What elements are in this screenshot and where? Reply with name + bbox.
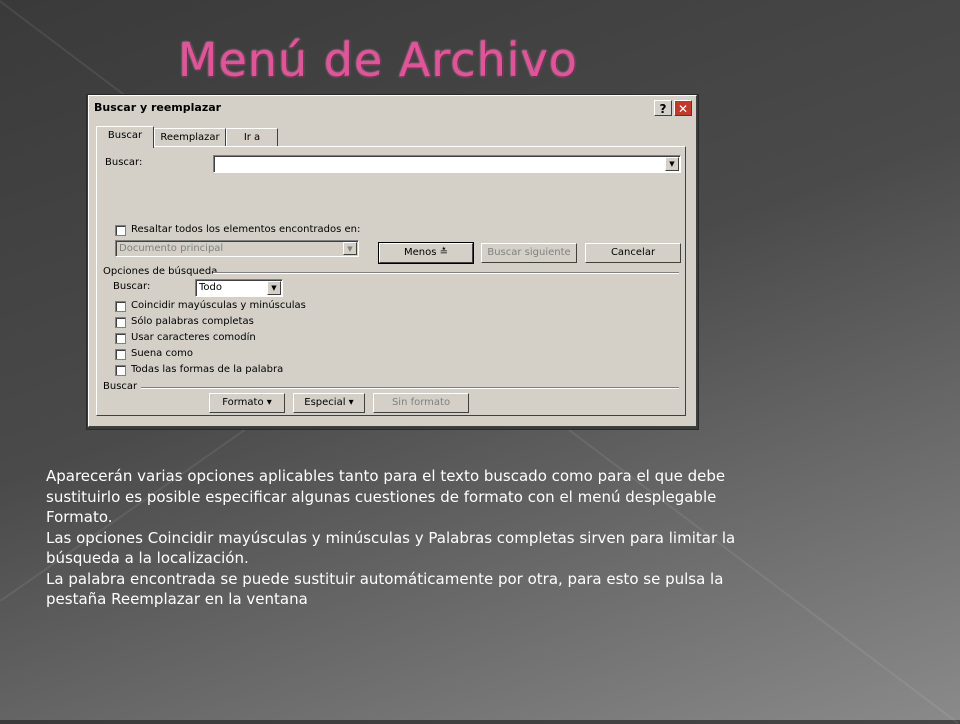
search-group-label: Buscar: [103, 381, 138, 392]
options-group-divider: [213, 272, 679, 274]
option-checkbox-wildcards[interactable]: [115, 333, 126, 344]
options-group-label: Opciones de búsqueda: [103, 266, 218, 277]
search-direction-label: Buscar:: [113, 281, 151, 292]
search-direction-value: Todo: [199, 282, 222, 293]
find-label: Buscar:: [105, 157, 143, 168]
option-label-wildcards: Usar caracteres comodín: [131, 332, 256, 343]
highlight-scope-dropdown-icon[interactable]: ▼: [343, 242, 357, 255]
option-checkbox-sounds-like[interactable]: [115, 349, 126, 360]
find-next-button[interactable]: Buscar siguiente: [481, 243, 577, 263]
tab-buscar[interactable]: Buscar: [96, 126, 154, 148]
highlight-scope-select[interactable]: Documento principal ▼: [115, 240, 359, 257]
slide-body: Aparecerán varias opciones aplicables ta…: [46, 466, 746, 610]
help-button[interactable]: ?: [654, 100, 672, 116]
no-format-button[interactable]: Sin formato: [373, 393, 469, 413]
body-paragraph: Las opciones Coincidir mayúsculas y minú…: [46, 528, 736, 568]
option-checkbox-whole-words[interactable]: [115, 317, 126, 328]
highlight-checkbox[interactable]: [115, 225, 126, 236]
tab-ir-a[interactable]: Ir a: [226, 128, 278, 146]
option-label-sounds-like: Suena como: [131, 348, 193, 359]
format-button[interactable]: Formato ▾: [209, 393, 285, 413]
option-checkbox-all-forms[interactable]: [115, 365, 126, 376]
tab-reemplazar[interactable]: Reemplazar: [154, 128, 226, 146]
special-button[interactable]: Especial ▾: [293, 393, 365, 413]
search-direction-dropdown-icon[interactable]: ▼: [267, 281, 281, 295]
option-label-match-case: Coincidir mayúsculas y minúsculas: [131, 300, 306, 311]
option-label-all-forms: Todas las formas de la palabra: [131, 364, 284, 375]
highlight-scope-value: Documento principal: [119, 243, 224, 254]
option-checkbox-match-case[interactable]: [115, 301, 126, 312]
dialog-titlebar: Buscar y reemplazar ? ✕: [91, 98, 694, 118]
find-replace-dialog: Buscar y reemplazar ? ✕ Buscar Reemplaza…: [88, 95, 697, 427]
option-label-whole-words: Sólo palabras completas: [131, 316, 254, 327]
find-dropdown-icon[interactable]: ▼: [665, 157, 679, 171]
search-direction-select[interactable]: Todo ▼: [195, 279, 283, 297]
highlight-label: Resaltar todos los elementos encontrados…: [131, 224, 361, 235]
body-paragraph: Aparecerán varias opciones aplicables ta…: [46, 467, 726, 526]
less-button[interactable]: Menos ≛: [378, 242, 474, 264]
dialog-title: Buscar y reemplazar: [94, 101, 222, 114]
cancel-button[interactable]: Cancelar: [585, 243, 681, 263]
find-input[interactable]: ▼: [213, 155, 681, 173]
search-group-divider: [141, 387, 679, 389]
close-button[interactable]: ✕: [674, 100, 692, 116]
tab-panel: Buscar: ▼ Resaltar todos los elementos e…: [96, 146, 686, 416]
body-paragraph: La palabra encontrada se puede sustituir…: [46, 569, 724, 609]
slide-title: Menú de Archivo: [178, 33, 579, 87]
